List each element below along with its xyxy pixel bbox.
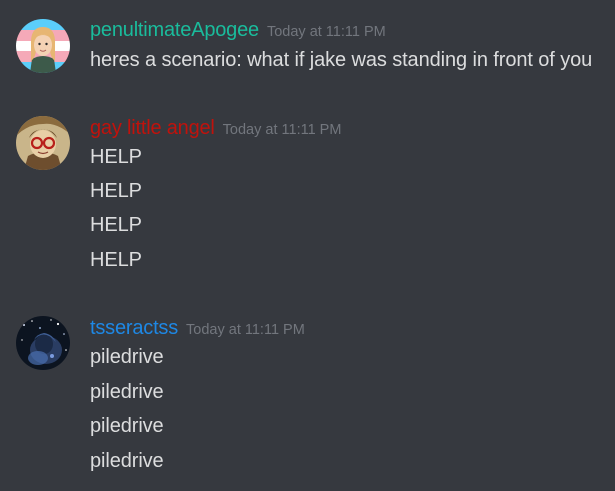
user-avatar[interactable] [16, 19, 70, 73]
avatar-starry-night-portrait-icon [16, 316, 70, 370]
message-text: HELP [90, 214, 142, 236]
message-text: HELP [90, 146, 142, 168]
message-text: piledrive [90, 450, 164, 472]
message-header: tsseractss Today at 11:11 PM [90, 317, 305, 340]
message-header: penultimateApogee Today at 11:11 PM [90, 19, 386, 42]
timestamp[interactable]: Today at 11:11 PM [223, 122, 342, 138]
username[interactable]: tsseractss [90, 317, 178, 339]
timestamp[interactable]: Today at 11:11 PM [186, 322, 305, 338]
username[interactable]: gay little angel [90, 117, 215, 139]
message-text: piledrive [90, 346, 164, 368]
message-text: HELP [90, 180, 142, 202]
avatar-red-glasses-portrait-icon [16, 116, 70, 170]
user-avatar[interactable] [16, 116, 70, 170]
username[interactable]: penultimateApogee [90, 19, 259, 41]
message-text: piledrive [90, 415, 164, 437]
message-text: piledrive [90, 381, 164, 403]
timestamp[interactable]: Today at 11:11 PM [267, 24, 386, 40]
avatar-trans-flag-portrait-icon [16, 19, 70, 73]
message-text: heres a scenario: what if jake was stand… [90, 49, 593, 71]
message-text: HELP [90, 249, 142, 271]
message-header: gay little angel Today at 11:11 PM [90, 117, 341, 140]
user-avatar[interactable] [16, 316, 70, 370]
